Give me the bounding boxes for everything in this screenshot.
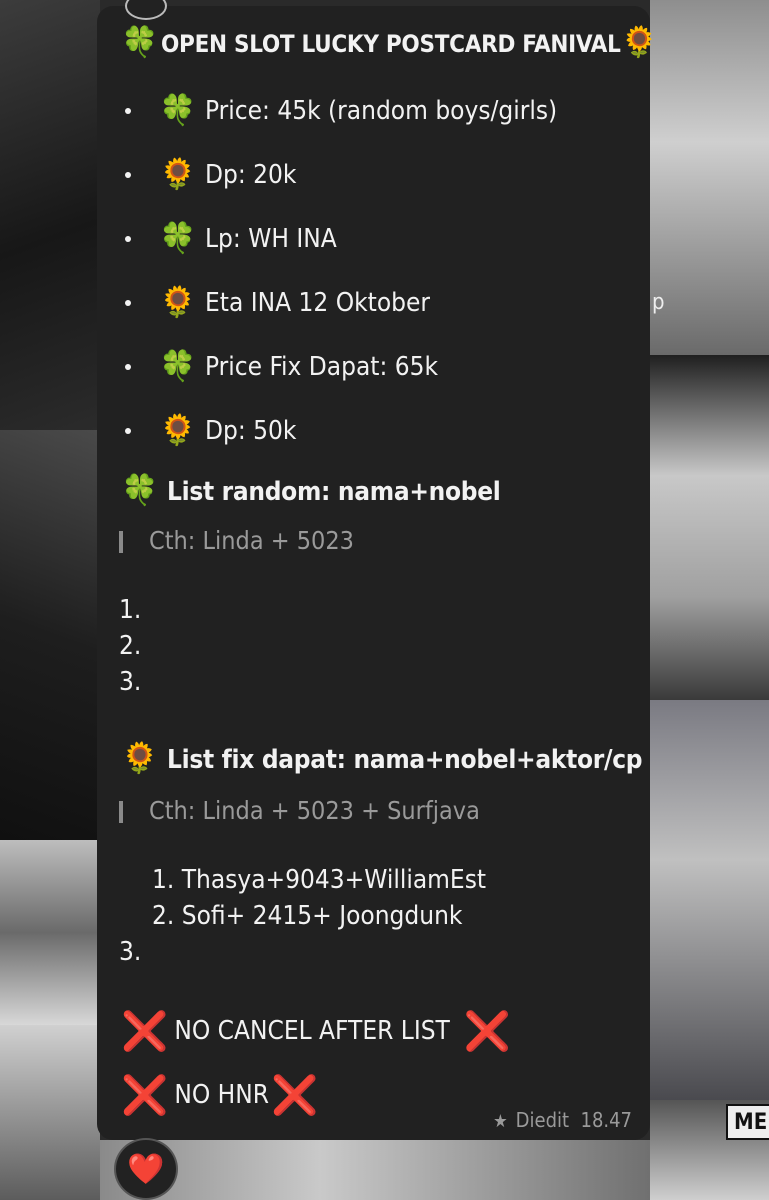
fix-list-items: 1. Thasya+9043+WilliamEst 2. Sofi+ 2415+…	[152, 862, 486, 934]
bullet-dot	[125, 428, 131, 434]
sunflower-icon: 🌻	[620, 25, 658, 60]
list-item: 🌻 Eta INA 12 Oktober	[125, 271, 557, 335]
list-item: 🍀 Price: 45k (random boys/girls)	[125, 79, 557, 143]
bullet-dot	[125, 108, 131, 114]
warning-text: NO CANCEL AFTER LIST	[174, 1016, 450, 1046]
wallpaper-photo	[0, 0, 100, 430]
list-item: 1. Thasya+9043+WilliamEst	[152, 865, 487, 895]
random-list-items: 1. 2. 3.	[119, 592, 141, 700]
clover-icon: 🍀	[121, 473, 159, 508]
fix-list-example: Cth: Linda + 5023 + Surfjava	[119, 796, 480, 825]
clover-icon: 🍀	[159, 221, 197, 256]
wallpaper-tag: ME	[726, 1104, 769, 1140]
quote-bar	[119, 801, 123, 823]
list-item-text: Lp: WH INA	[205, 224, 337, 254]
wallpaper-photo	[650, 0, 769, 355]
list-item: 2. Sofi+ 2415+ Joongdunk	[152, 901, 463, 931]
wallpaper-text: p	[652, 290, 665, 315]
bullet-dot	[125, 300, 131, 306]
bullet-dot	[125, 364, 131, 370]
title-text: OPEN SLOT LUCKY POSTCARD FANIVAL	[161, 30, 621, 58]
example-text: Cth: Linda + 5023 + Surfjava	[149, 796, 480, 825]
list-item-text: Price: 45k (random boys/girls)	[205, 96, 558, 126]
quote-bar	[119, 531, 123, 553]
list-item-text: Eta INA 12 Oktober	[205, 288, 430, 318]
cross-mark-icon: ❌	[121, 1073, 169, 1117]
sunflower-icon: 🌻	[121, 741, 159, 776]
star-icon: ★	[493, 1111, 508, 1132]
wallpaper-photo	[0, 1025, 100, 1200]
clover-icon: 🍀	[159, 349, 197, 384]
sunflower-icon: 🌻	[159, 157, 197, 192]
sunflower-icon: 🌻	[159, 413, 197, 448]
list-item-text: Price Fix Dapat: 65k	[205, 352, 439, 382]
heart-reaction-button[interactable]: ❤️	[114, 1138, 178, 1200]
list-item: 3.	[119, 667, 142, 697]
warning-no-hnr: ❌ NO HNR ❌	[121, 1076, 318, 1114]
heart-icon: ❤️	[127, 1151, 165, 1187]
avatar[interactable]	[125, 0, 167, 20]
list-item: 🍀 Price Fix Dapat: 65k	[125, 335, 557, 399]
message-meta: ★ Diedit 18.47	[493, 1108, 632, 1132]
cross-mark-icon: ❌	[121, 1009, 169, 1053]
wallpaper-photo	[0, 840, 100, 1025]
wallpaper-photo	[650, 700, 769, 1100]
wallpaper-photo	[0, 430, 100, 840]
warning-no-cancel: ❌ NO CANCEL AFTER LIST ❌	[121, 1012, 511, 1050]
bullet-dot	[125, 236, 131, 242]
heading-text: List random: nama+nobel	[167, 477, 501, 507]
warning-text: NO HNR	[174, 1080, 269, 1110]
edited-label: Diedit	[515, 1108, 570, 1132]
list-item: 🌻 Dp: 20k	[125, 143, 557, 207]
cross-mark-icon: ❌	[271, 1073, 319, 1117]
message-time: 18.47	[580, 1108, 633, 1132]
wallpaper-photo	[650, 355, 769, 700]
list-item-text: Dp: 50k	[205, 416, 297, 446]
list-item: 🌻 Dp: 50k	[125, 399, 557, 463]
random-list-heading: 🍀 List random: nama+nobel	[121, 473, 501, 508]
info-list: 🍀 Price: 45k (random boys/girls) 🌻 Dp: 20k…	[125, 79, 557, 463]
list-item: 1.	[119, 595, 142, 625]
fix-list-heading: 🌻 List fix dapat: nama+nobel+aktor/cp	[121, 741, 643, 776]
random-list-example: Cth: Linda + 5023	[119, 526, 354, 555]
message-bubble[interactable]: 🍀 OPEN SLOT LUCKY POSTCARD FANIVAL🌻 🍀 Pric…	[97, 0, 658, 1140]
example-text: Cth: Linda + 5023	[149, 526, 354, 555]
message-title: 🍀 OPEN SLOT LUCKY POSTCARD FANIVAL🌻	[121, 25, 658, 60]
list-item-text: Dp: 20k	[205, 160, 297, 190]
sunflower-icon: 🌻	[159, 285, 197, 320]
list-item: 3.	[119, 937, 142, 967]
cross-mark-icon: ❌	[463, 1009, 512, 1053]
bullet-dot	[125, 172, 131, 178]
list-item: 2.	[119, 631, 142, 661]
heading-text: List fix dapat: nama+nobel+aktor/cp	[167, 745, 643, 775]
wallpaper-photo	[100, 1140, 650, 1200]
clover-icon: 🍀	[159, 93, 197, 128]
list-item: 🍀 Lp: WH INA	[125, 207, 557, 271]
clover-icon: 🍀	[121, 25, 159, 60]
